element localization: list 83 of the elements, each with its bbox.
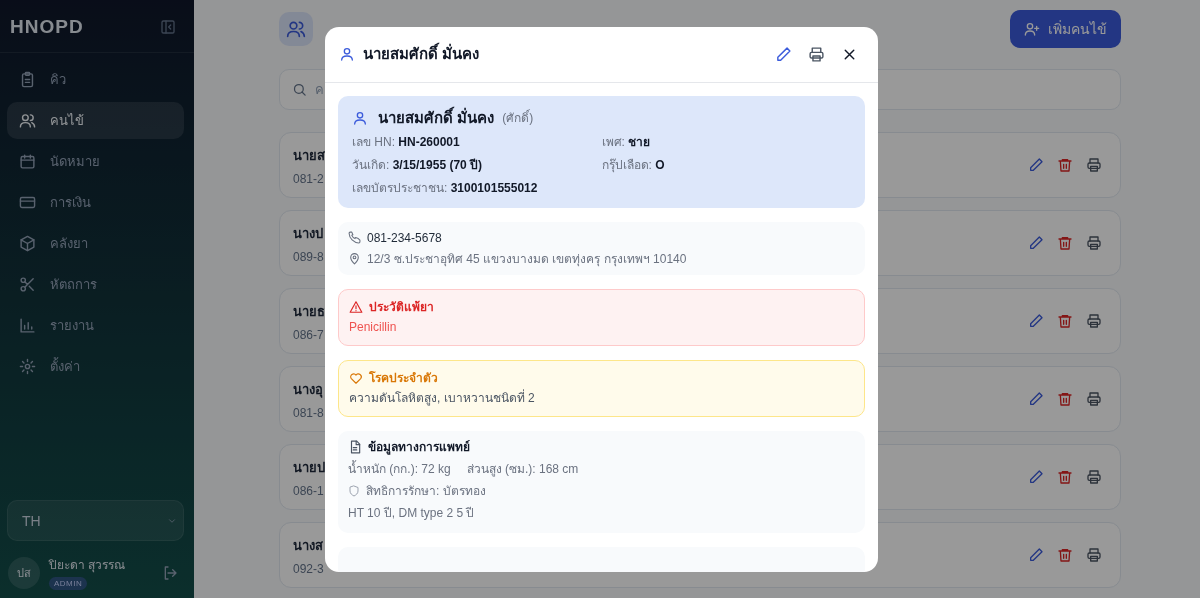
trash-icon[interactable] [1057, 547, 1073, 563]
trash-icon[interactable] [1057, 391, 1073, 407]
info-field: วันเกิด: 3/15/1955 (70 ปี) [352, 156, 602, 173]
dialog-title: นายสมศักดิ์ มั่นคง [363, 42, 767, 66]
nav-item[interactable]: ตั้งค่า [7, 348, 184, 385]
trash-icon[interactable] [1057, 157, 1073, 173]
user-name: ปิยะดา สุวรรณ [49, 557, 126, 574]
printer-icon [808, 45, 825, 63]
address: 12/3 ซ.ประชาอุทิศ 45 แขวงบางมด เขตทุ่งครุ กรุงเทพฯ 10140 [367, 250, 687, 267]
nav-item[interactable]: หัตถการ [7, 266, 184, 303]
printer-icon[interactable] [1086, 469, 1102, 485]
phone-number: 086-1 [293, 483, 325, 498]
measurement: ส่วนสูง (ซม.): 168 cm [466, 460, 579, 477]
add-patient-button[interactable]: เพิ่มคนไข้ [1010, 10, 1121, 48]
settings-icon [19, 358, 36, 375]
edit-icon[interactable] [1028, 547, 1044, 563]
phone-number: 089-8 [293, 249, 324, 264]
users-icon [19, 112, 36, 129]
alert-text: Penicillin [349, 318, 398, 335]
edit-icon[interactable] [1028, 391, 1044, 407]
edit-icon[interactable] [1028, 313, 1044, 329]
search-icon [292, 82, 307, 97]
printer-icon[interactable] [1086, 235, 1102, 251]
edit-icon[interactable] [1028, 469, 1044, 485]
nav-item[interactable]: การเงิน [7, 184, 184, 221]
alert-title: โรคประจำตัว [369, 369, 438, 386]
printer-icon[interactable] [1086, 313, 1102, 329]
nav-item[interactable]: รายงาน [7, 307, 184, 344]
patient-name: นางป [293, 224, 324, 243]
alert-title: ประวัติแพ้ยา [369, 298, 434, 315]
bar-chart-icon [19, 317, 36, 334]
measurement: น้ำหนัก (กก.): 72 kg [348, 460, 451, 477]
patient-name: นายธ [293, 302, 325, 321]
heart-icon [349, 370, 363, 385]
edit-icon[interactable] [1028, 157, 1044, 173]
trash-icon[interactable] [1057, 235, 1073, 251]
alert-text: ความดันโลหิตสูง, เบาหวานชนิดที่ 2 [349, 389, 536, 406]
section-title: ข้อมูลทางการแพทย์ [368, 438, 470, 455]
medical-note: HT 10 ปี, DM type 2 5 ปี [348, 504, 476, 521]
phone-number: 081-8 [293, 405, 324, 420]
clipboard-icon [19, 71, 36, 88]
patient-name: นายสมศักดิ์ มั่นคง [378, 107, 495, 128]
nav-item[interactable]: นัดหมาย [7, 143, 184, 180]
calendar-icon [19, 153, 36, 170]
logout-icon[interactable] [162, 564, 178, 581]
coverage: สิทธิการรักษา: บัตรทอง [366, 482, 486, 499]
patient-name: นายส [293, 146, 325, 165]
info-field: กรุ๊ปเลือด: O [601, 156, 851, 173]
user-icon [352, 109, 368, 126]
box-icon [19, 235, 36, 252]
info-field: เลข HN: HN-260001 [352, 133, 602, 150]
users-glyph-icon [286, 19, 306, 39]
phone-number: 081-2 [293, 171, 325, 186]
document-icon [348, 439, 362, 454]
info-field: เลขบัตรประชาชน: 3100101555012 [352, 179, 602, 196]
info-field: เพศ: ชาย [601, 133, 851, 150]
printer-icon[interactable] [1086, 547, 1102, 563]
print-button[interactable] [808, 45, 825, 63]
credit-card-icon [19, 194, 36, 211]
nickname: (ศักดิ์) [502, 108, 534, 127]
patient-name: นางส [293, 536, 324, 555]
edit-icon[interactable] [1028, 235, 1044, 251]
user-icon [339, 46, 355, 62]
trash-icon[interactable] [1057, 469, 1073, 485]
shield-icon [348, 484, 360, 497]
printer-icon[interactable] [1086, 391, 1102, 407]
map-pin-icon [348, 252, 361, 265]
user-plus-icon [1024, 21, 1040, 37]
phone-number: 086-7 [293, 327, 325, 342]
nav-item[interactable]: คลังยา [7, 225, 184, 262]
brand-logo: HNOPD [10, 16, 84, 38]
warning-icon [349, 299, 363, 314]
scissors-icon [19, 276, 36, 293]
edit-button[interactable] [775, 45, 792, 63]
patient-name: นางอุ [293, 380, 324, 400]
phone-number: 081-234-5678 [367, 229, 442, 246]
phone-number: 092-3 [293, 561, 324, 576]
patient-name: นายป [293, 458, 325, 477]
trash-icon[interactable] [1057, 313, 1073, 329]
printer-icon[interactable] [1086, 157, 1102, 173]
nav-item[interactable]: คิว [7, 61, 184, 98]
phone-icon [348, 231, 361, 244]
edit-icon [775, 45, 792, 63]
